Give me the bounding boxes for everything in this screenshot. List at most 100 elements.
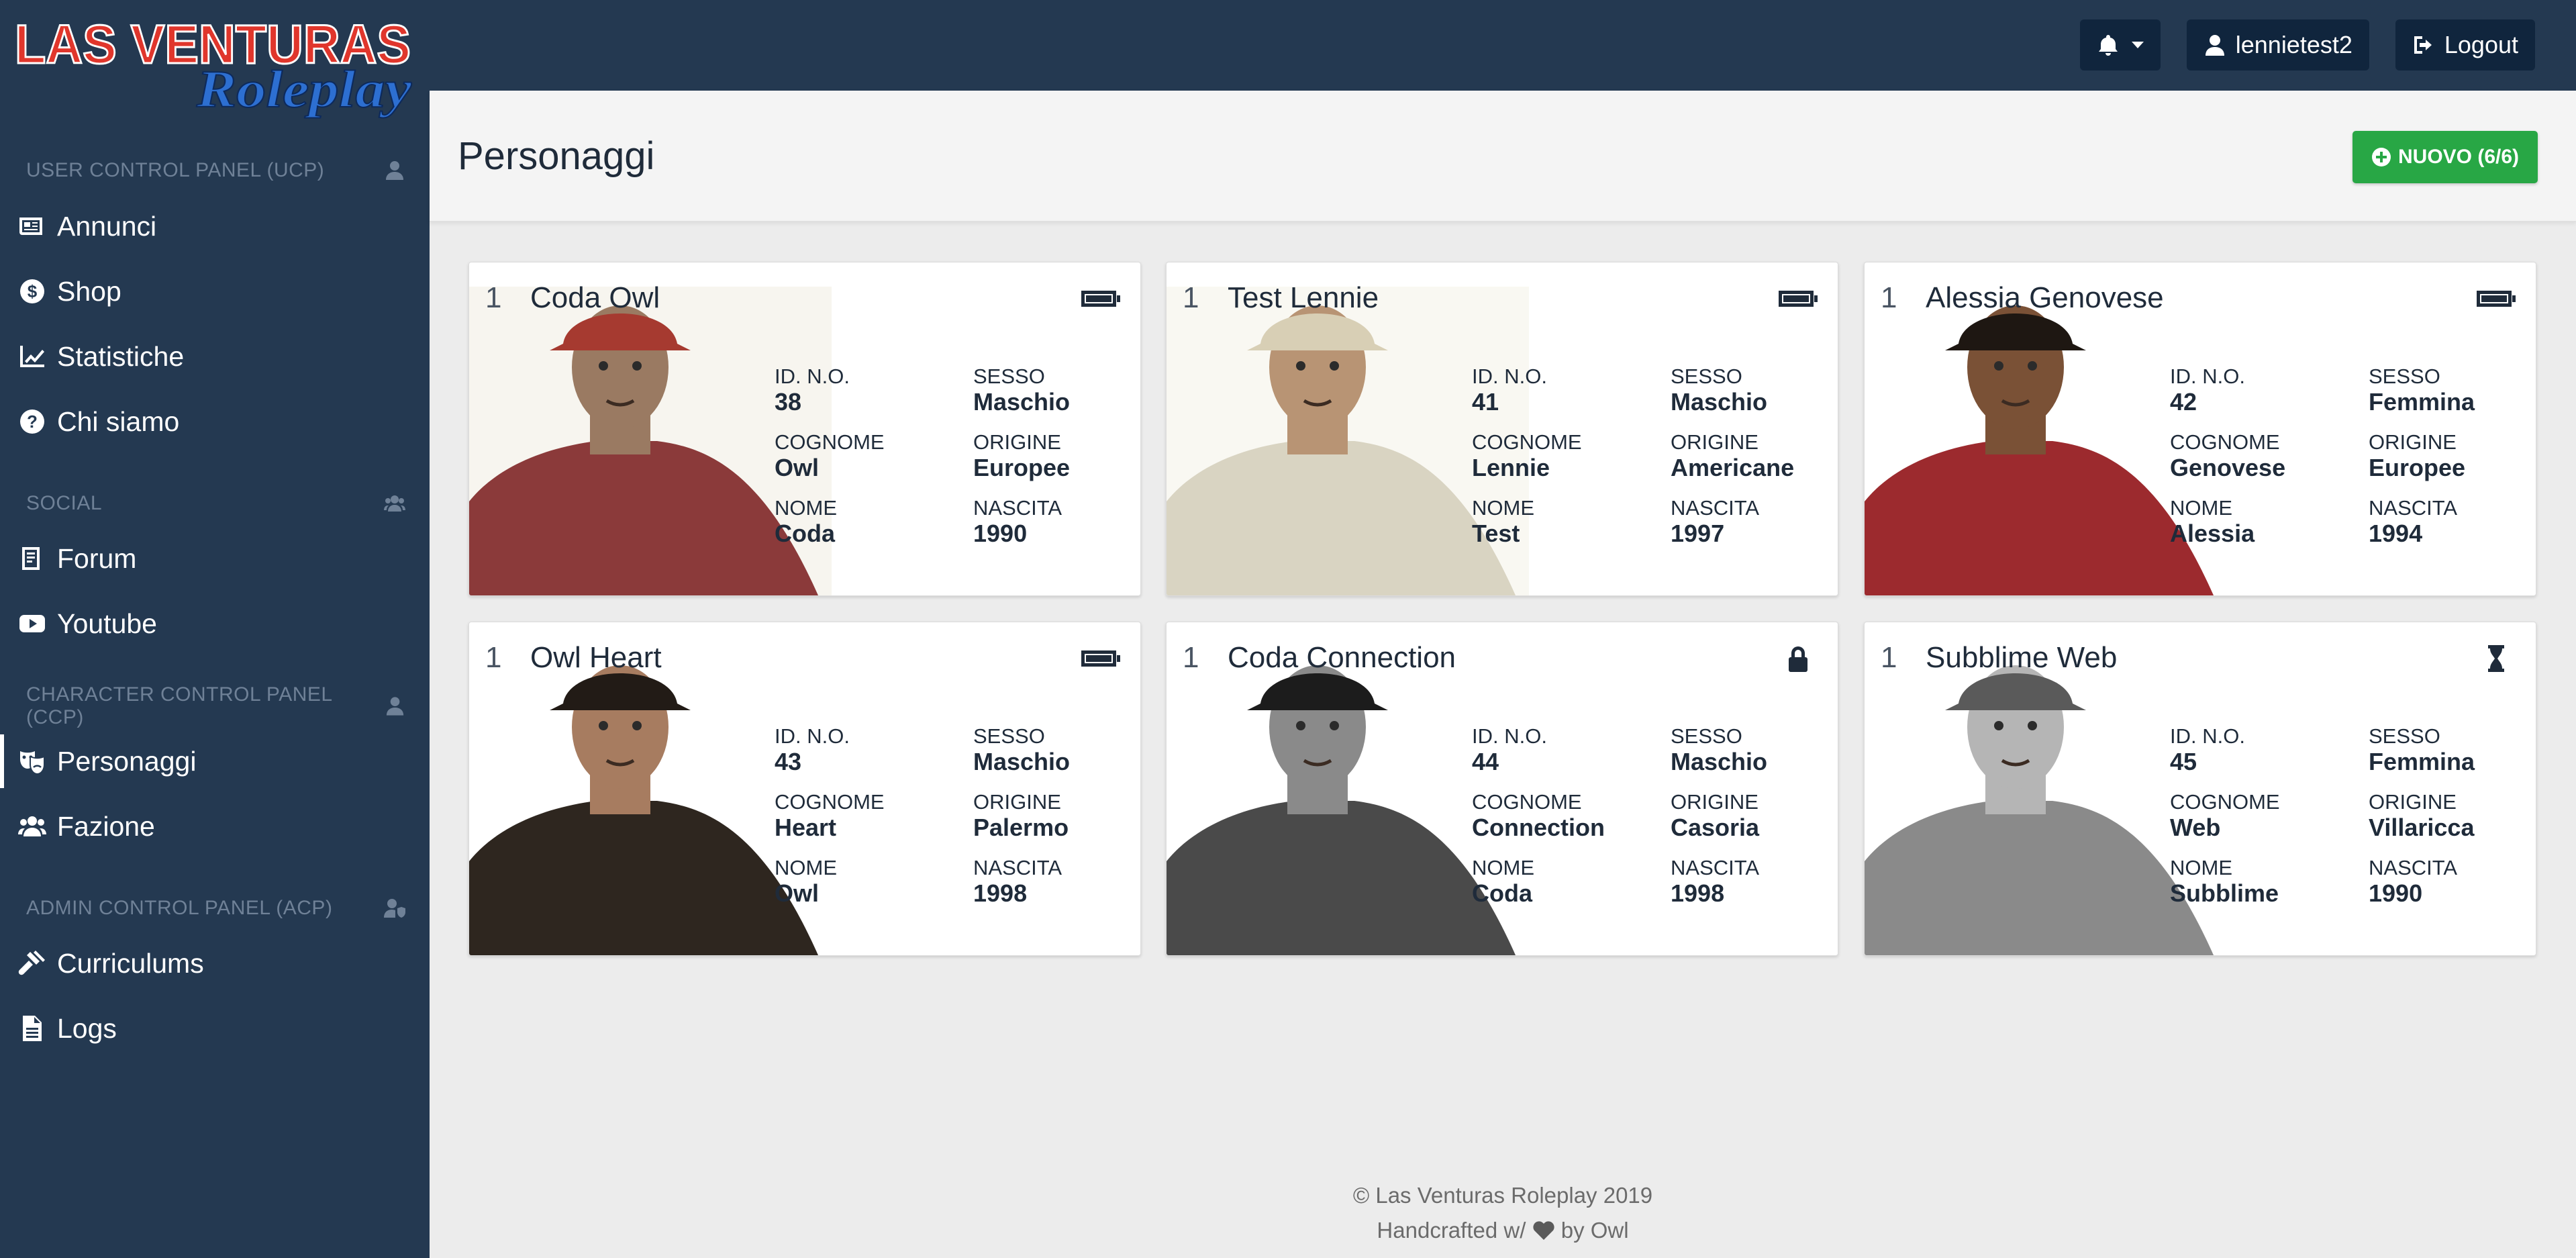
field-label: NASCITA <box>2369 496 2458 520</box>
field-sesso: SESSO Maschio <box>1671 365 1767 416</box>
user-menu-button[interactable]: lennietest2 <box>2186 19 2369 70</box>
field-nascita: NASCITA 1998 <box>973 856 1062 907</box>
user-icon <box>386 697 404 716</box>
new-character-button[interactable]: NUOVO (6/6) <box>2352 131 2538 183</box>
nav-chi-siamo[interactable]: ? Chi siamo <box>0 395 430 448</box>
field-value: Heart <box>775 814 837 841</box>
section-title: ADMIN CONTROL PANEL (ACP) <box>26 897 333 919</box>
field-value: 1990 <box>973 520 1028 547</box>
character-status <box>1777 284 1819 313</box>
field-value: Maschio <box>1671 748 1768 775</box>
logout-label: Logout <box>2444 31 2518 58</box>
character-slot-number: 1 <box>485 281 502 314</box>
notifications-button[interactable] <box>2079 19 2161 70</box>
character-card[interactable]: 1 Coda Owl ID. N.O. 38 SESSO Maschio COG… <box>468 262 1141 596</box>
field-label: NOME <box>1472 496 1534 520</box>
footer-credit: Handcrafted w/ by Owl <box>430 1218 2576 1243</box>
field-value: 44 <box>1472 748 1499 775</box>
nav-shop[interactable]: $ Shop <box>0 264 430 318</box>
field-label: ID. N.O. <box>775 365 850 388</box>
field-value: Alessia <box>2170 520 2255 547</box>
character-card[interactable]: 1 Test Lennie ID. N.O. 41 SESSO Maschio … <box>1166 262 1838 596</box>
field-label: NASCITA <box>973 856 1062 879</box>
field-label: COGNOME <box>1472 430 1582 454</box>
character-card[interactable]: 1 Coda Connection ID. N.O. 44 SESSO Masc… <box>1166 622 1838 956</box>
field-cognome: COGNOME Genovese <box>2170 430 2285 481</box>
field-cognome: COGNOME Web <box>2170 790 2280 841</box>
field-value: Lennie <box>1472 454 1550 481</box>
field-value: Maschio <box>973 748 1071 775</box>
field-origine: ORIGINE Villaricca <box>2369 790 2474 841</box>
page-header: Personaggi NUOVO (6/6) <box>430 91 2576 222</box>
field-nome: NOME Alessia <box>2170 496 2255 547</box>
character-name: Owl Heart <box>530 641 662 674</box>
field-label: NOME <box>2170 856 2232 879</box>
bell-icon <box>2098 35 2118 56</box>
field-value: Maschio <box>973 388 1071 416</box>
field-label: ORIGINE <box>973 790 1061 814</box>
field-label: NOME <box>2170 496 2232 520</box>
character-card[interactable]: 1 Owl Heart ID. N.O. 43 SESSO Maschio CO… <box>468 622 1141 956</box>
sign-out-icon <box>2414 36 2432 54</box>
field-sesso: SESSO Maschio <box>1671 724 1767 775</box>
character-slot-number: 1 <box>1183 281 1199 314</box>
field-cognome: COGNOME Owl <box>775 430 885 481</box>
field-label: NOME <box>775 496 837 520</box>
nav-statistiche[interactable]: Statistiche <box>0 330 430 383</box>
nav-fazione[interactable]: Fazione <box>0 800 430 853</box>
character-name: Test Lennie <box>1228 281 1379 314</box>
field-id: ID. N.O. 42 <box>2170 365 2245 416</box>
field-sesso: SESSO Maschio <box>973 724 1070 775</box>
coin-icon: $ <box>20 279 44 303</box>
field-sesso: SESSO Femmina <box>2369 724 2475 775</box>
character-card[interactable]: 1 Subblime Web ID. N.O. 45 SESSO Femmina… <box>1864 622 2536 956</box>
character-card[interactable]: 1 Alessia Genovese ID. N.O. 42 SESSO Fem… <box>1864 262 2536 596</box>
field-label: ORIGINE <box>1671 790 1758 814</box>
svg-text:$: $ <box>28 281 38 301</box>
field-value: Femmina <box>2369 388 2475 416</box>
users-icon <box>384 495 405 512</box>
character-slot-number: 1 <box>1183 641 1199 674</box>
nav-curriculums[interactable]: Curriculums <box>0 936 430 990</box>
nav-annunci[interactable]: Annunci <box>0 199 430 253</box>
nav-label: Curriculums <box>57 947 204 979</box>
nav-personaggi[interactable]: Personaggi <box>0 734 430 788</box>
nav-label: Statistiche <box>57 340 185 372</box>
character-status <box>2475 284 2517 313</box>
question-circle-icon: ? <box>20 409 44 434</box>
field-value: Test <box>1472 520 1520 547</box>
field-sesso: SESSO Femmina <box>2369 365 2475 416</box>
nav-forum[interactable]: Forum <box>0 532 430 585</box>
field-value: 41 <box>1472 388 1499 416</box>
field-value: Web <box>2170 814 2221 841</box>
character-slot-number: 1 <box>485 641 502 674</box>
field-origine: ORIGINE Casoria <box>1671 790 1759 841</box>
newspaper-icon <box>19 217 42 235</box>
battery-icon <box>1081 650 1120 667</box>
battery-icon <box>1081 291 1120 307</box>
section-acp-header: ADMIN CONTROL PANEL (ACP) <box>26 895 405 922</box>
field-nascita: NASCITA 1998 <box>1671 856 1759 907</box>
lock-icon <box>1789 646 1807 672</box>
field-value: 1998 <box>1671 879 1725 907</box>
field-label: ORIGINE <box>2369 790 2457 814</box>
field-label: NOME <box>775 856 837 879</box>
heart-icon <box>1532 1221 1554 1240</box>
nav-youtube[interactable]: Youtube <box>0 597 430 650</box>
field-label: ORIGINE <box>1671 430 1758 454</box>
field-label: ID. N.O. <box>775 724 850 748</box>
logout-button[interactable]: Logout <box>2395 19 2535 70</box>
field-value: Europee <box>973 454 1071 481</box>
logo-text-line2: Roleplay <box>196 60 412 118</box>
field-cognome: COGNOME Connection <box>1472 790 1605 841</box>
battery-icon <box>1779 291 1818 307</box>
field-label: ORIGINE <box>973 430 1061 454</box>
field-value: Coda <box>775 520 835 547</box>
page-title: Personaggi <box>458 134 655 178</box>
field-label: SESSO <box>2369 365 2440 388</box>
logo[interactable]: LAS VENTURAS Roleplay <box>12 13 415 122</box>
gavel-icon <box>18 951 45 975</box>
nav-logs[interactable]: Logs <box>0 1002 430 1055</box>
character-status <box>2475 644 2517 673</box>
character-name: Alessia Genovese <box>1926 281 2164 314</box>
